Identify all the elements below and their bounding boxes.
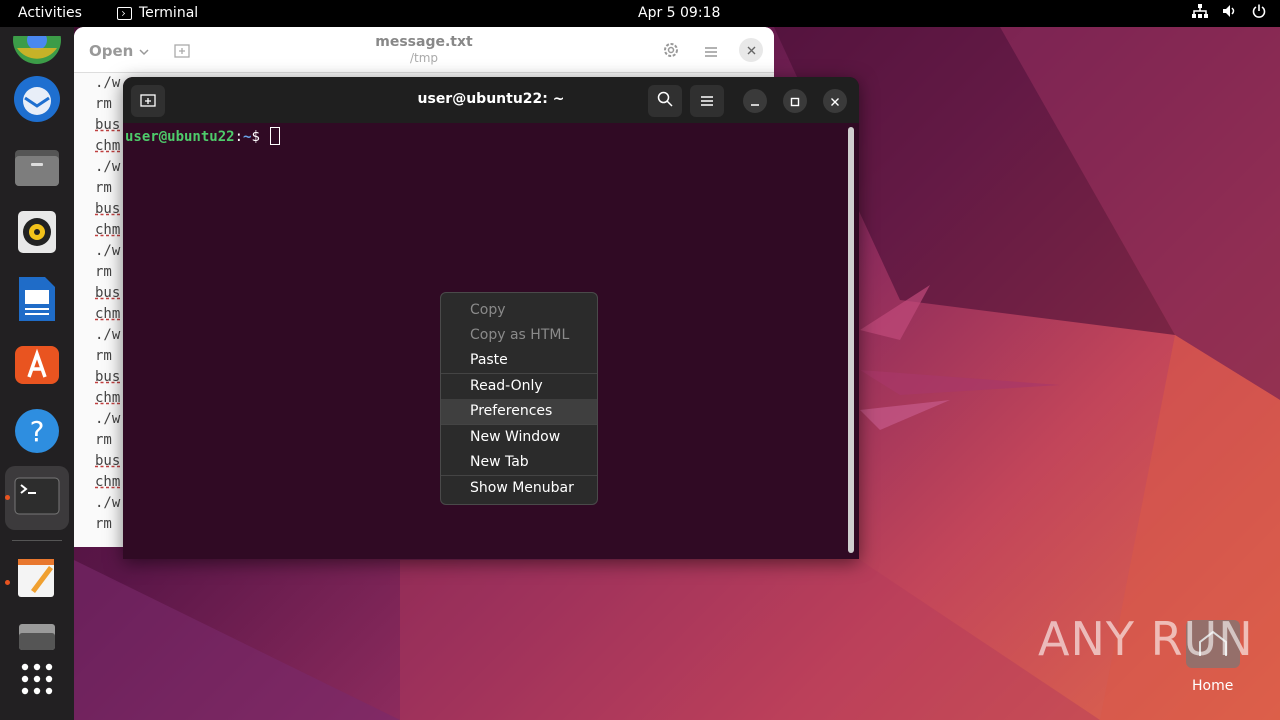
text-line: bus [95,201,121,217]
text-line: ./w [95,495,121,511]
text-line: ./w [95,327,121,343]
menu-item-show-menubar[interactable]: Show Menubar [441,476,597,501]
terminal-icon [14,477,60,519]
hamburger-menu-icon[interactable] [704,43,718,62]
text-line: rm [95,432,112,448]
home-folder-label[interactable]: Home [1192,678,1233,694]
shell-prompt: user@ubuntu22:~$ [125,127,281,145]
app-center-icon [14,345,60,389]
help-launcher[interactable]: ? [11,407,63,459]
grid-icon [20,662,54,700]
chrome-launcher[interactable] [11,16,63,79]
activities-button[interactable]: Activities [18,5,82,21]
prompt-colon: : [234,129,244,145]
minimize-icon [750,92,760,111]
menu-item-paste[interactable]: Paste [441,348,597,373]
menu-item-copy-as-html[interactable]: Copy as HTML [441,323,597,348]
app-menu-label: Terminal [139,5,199,21]
menu-button[interactable] [690,85,724,117]
prompt-symbol: $ [251,129,260,145]
dock-separator [12,540,62,541]
disk-icon [18,623,56,655]
search-button[interactable] [648,85,682,117]
text-cursor [270,127,281,145]
files-icon [14,146,60,192]
text-line: ./w [95,75,121,91]
running-indicator [5,495,10,500]
menu-item-read-only[interactable]: Read-Only [441,374,597,399]
close-icon[interactable] [739,38,763,62]
search-icon [657,91,673,111]
text-line: chm [95,474,121,490]
maximize-button[interactable] [783,89,807,113]
text-editor-icon [17,556,57,602]
text-line: bus [95,453,121,469]
maximize-icon [790,92,800,111]
close-icon [830,92,840,111]
text-line: rm [95,180,112,196]
text-line: chm [95,306,121,322]
text-line: ./w [95,159,121,175]
text-line: rm [95,516,112,532]
text-line: bus [95,369,121,385]
files-launcher[interactable] [11,143,63,195]
text-line: chm [95,222,121,238]
show-apps-button[interactable] [11,655,63,707]
volume-icon [1222,4,1238,22]
text-line: ./w [95,411,121,427]
writer-launcher[interactable] [11,275,63,327]
text-line: bus [95,285,121,301]
text-line: chm [95,138,121,154]
thunderbird-launcher[interactable] [11,75,63,127]
writer-icon [17,276,57,326]
help-icon: ? [14,408,60,458]
watermark-logo: ANY RUN [1038,612,1254,666]
text-editor-content[interactable]: ./w rm bus chm ./w rm bus chm ./w rm bus… [95,73,120,535]
app-center-launcher[interactable] [11,341,63,393]
text-line: rm [95,348,112,364]
close-button[interactable] [823,89,847,113]
text-editor-header: Open message.txt /tmp [74,27,774,73]
system-tray[interactable] [1192,4,1266,22]
hamburger-menu-icon [700,92,714,111]
text-line: rm [95,96,112,112]
text-editor-launcher[interactable] [11,553,63,605]
chrome-icon [13,16,61,70]
terminal-launcher[interactable] [5,466,69,530]
menu-item-preferences[interactable]: Preferences [441,399,597,424]
clock[interactable]: Apr 5 09:18 [638,5,720,21]
text-line: chm [95,390,121,406]
terminal-app-icon [117,6,132,20]
thunderbird-icon [12,74,62,128]
prompt-user: user@ubuntu22 [125,129,235,145]
menu-item-new-window[interactable]: New Window [441,425,597,450]
context-menu: Copy Copy as HTML Paste Read-Only Prefer… [440,292,598,505]
menu-item-new-tab[interactable]: New Tab [441,450,597,475]
terminal-header: user@ubuntu22: ~ [123,77,859,123]
text-line: rm [95,264,112,280]
dock: ? [0,16,74,720]
network-icon [1192,4,1208,22]
rhythmbox-icon [17,210,57,258]
text-line: bus [95,117,121,133]
power-icon [1252,4,1266,22]
text-line: ./w [95,243,121,259]
minimize-button[interactable] [743,89,767,113]
running-indicator [5,580,10,585]
app-menu[interactable]: Terminal [117,5,198,21]
top-bar: Activities Terminal Apr 5 09:18 [0,0,1280,27]
gear-icon[interactable] [662,41,680,63]
svg-text:?: ? [30,415,45,448]
scrollbar[interactable] [848,127,854,553]
menu-item-copy[interactable]: Copy [441,298,597,323]
rhythmbox-launcher[interactable] [11,208,63,260]
